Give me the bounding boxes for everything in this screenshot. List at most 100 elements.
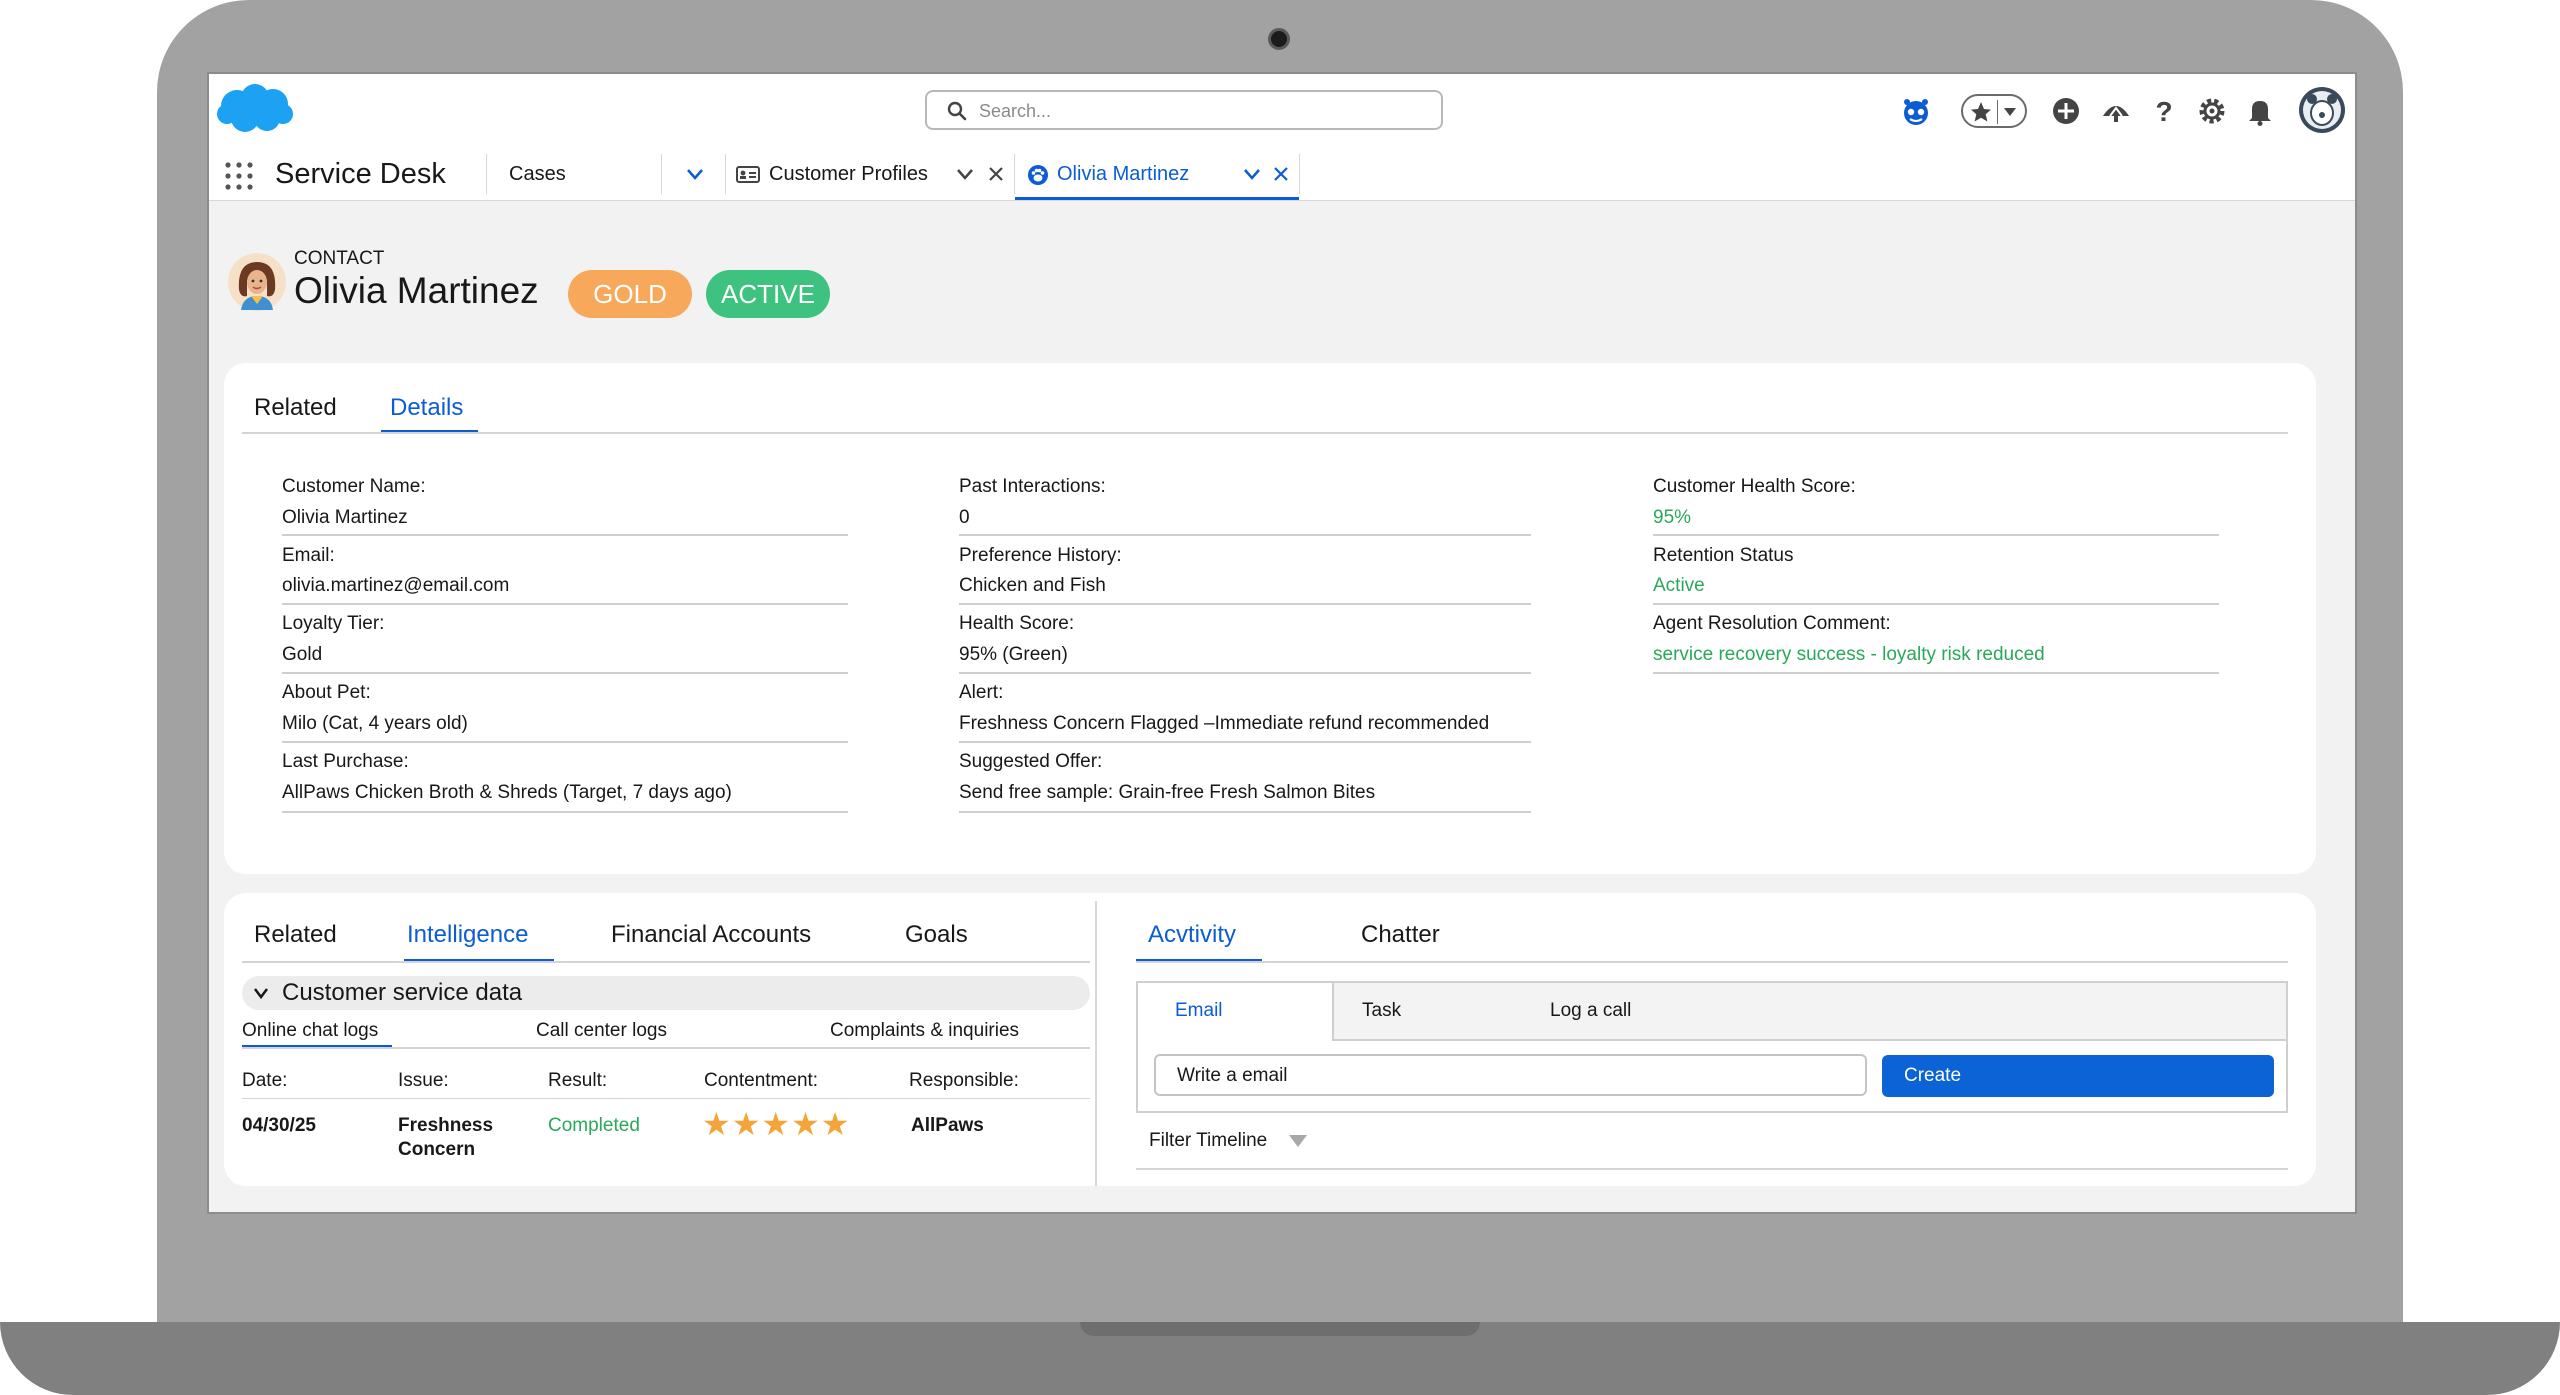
field-value: Gold bbox=[282, 644, 323, 665]
record-type-label: CONTACT bbox=[294, 248, 385, 269]
publisher-tab-log-a-call[interactable]: Log a call bbox=[1550, 1000, 1631, 1022]
tab-related[interactable]: Related bbox=[254, 394, 337, 422]
timeline-divider bbox=[1136, 1168, 2288, 1170]
create-button[interactable]: Create bbox=[1882, 1055, 2274, 1097]
tab-intelligence[interactable]: Intelligence bbox=[407, 921, 528, 949]
contact-card-icon bbox=[736, 166, 760, 183]
field-value: 95% (Green) bbox=[959, 644, 1068, 665]
field-divider bbox=[1653, 534, 2219, 536]
star-icon bbox=[1971, 102, 1991, 122]
publisher-tab-email[interactable]: Email bbox=[1138, 983, 1334, 1041]
field-value: 95% bbox=[1653, 507, 1692, 528]
tab-financial-accounts[interactable]: Financial Accounts bbox=[611, 921, 811, 949]
field-divider bbox=[282, 741, 848, 743]
field-label: About Pet: bbox=[282, 682, 371, 703]
field-value: 0 bbox=[959, 507, 970, 528]
field-divider bbox=[959, 741, 1531, 743]
chevron-down-icon bbox=[2004, 108, 2016, 116]
nav-divider bbox=[661, 154, 662, 194]
favorites-button[interactable] bbox=[1961, 94, 2027, 128]
field-label: Customer Health Score: bbox=[1653, 476, 1856, 497]
add-icon[interactable] bbox=[2049, 94, 2083, 128]
tab-related[interactable]: Related bbox=[254, 921, 337, 949]
app-screen: Search... ? Service Desk Cases Customer … bbox=[207, 72, 2357, 1214]
column-header-contentment: Contentment: bbox=[704, 1070, 819, 1091]
close-icon[interactable] bbox=[1273, 166, 1289, 182]
notification-bell-icon[interactable] bbox=[2243, 94, 2277, 128]
cell-issue-line2: Concern bbox=[398, 1139, 476, 1160]
global-search[interactable]: Search... bbox=[925, 90, 1443, 130]
field-label: Preference History: bbox=[959, 545, 1122, 566]
field-divider bbox=[282, 811, 848, 813]
field-divider bbox=[1653, 603, 2219, 605]
status-badge: ACTIVE bbox=[706, 270, 830, 318]
nav-tab-label: Olivia Martinez bbox=[1057, 163, 1190, 185]
trailhead-icon[interactable] bbox=[2099, 94, 2133, 128]
field-value: Active bbox=[1653, 575, 1705, 596]
webcam-icon bbox=[1268, 28, 1290, 50]
publisher-panel: Email Task Log a call Write a email Crea… bbox=[1136, 981, 2288, 1113]
global-header: Search... ? bbox=[209, 74, 2355, 149]
subtab-online-chat-logs[interactable]: Online chat logs bbox=[242, 1020, 378, 1042]
tab-activity[interactable]: Acvtivity bbox=[1148, 921, 1236, 949]
field-value: Milo (Cat, 4 years old) bbox=[282, 713, 468, 734]
publisher-tab-label: Email bbox=[1175, 1000, 1223, 1021]
gear-icon[interactable] bbox=[2195, 94, 2229, 128]
nav-tab-customer-profiles[interactable]: Customer Profiles bbox=[726, 148, 1024, 200]
field-label: Email: bbox=[282, 545, 335, 566]
tab-divider bbox=[1136, 961, 2288, 963]
field-divider bbox=[959, 811, 1531, 813]
subtab-complaints-inquiries[interactable]: Complaints & inquiries bbox=[830, 1020, 1019, 1042]
cell-responsible: AllPaws bbox=[911, 1115, 984, 1136]
salesforce-cloud-logo[interactable] bbox=[215, 80, 295, 138]
field-label: Last Purchase: bbox=[282, 751, 409, 772]
tab-chatter[interactable]: Chatter bbox=[1361, 921, 1440, 949]
chevron-down-icon[interactable] bbox=[1243, 168, 1261, 180]
app-launcher-icon[interactable] bbox=[223, 160, 255, 192]
tab-goals[interactable]: Goals bbox=[905, 921, 968, 949]
cell-result: Completed bbox=[548, 1115, 640, 1136]
user-avatar-icon[interactable] bbox=[2298, 86, 2346, 134]
search-placeholder: Search... bbox=[979, 101, 1052, 121]
field-label: Alert: bbox=[959, 682, 1004, 703]
column-header-responsible: Responsible: bbox=[909, 1070, 1019, 1091]
subtab-divider bbox=[242, 1047, 1090, 1049]
nav-tab-cases[interactable]: Cases bbox=[487, 148, 661, 200]
field-divider bbox=[282, 534, 848, 536]
close-icon[interactable] bbox=[988, 166, 1004, 182]
field-value: olivia.martinez@email.com bbox=[282, 575, 510, 596]
contact-avatar bbox=[228, 253, 286, 311]
panel-divider bbox=[1095, 901, 1097, 1186]
nav-tab-olivia-martinez[interactable]: Olivia Martinez bbox=[1015, 148, 1299, 200]
star-icon: ★ bbox=[820, 1106, 851, 1142]
app-name: Service Desk bbox=[275, 158, 446, 190]
einstein-assistant-icon[interactable] bbox=[1899, 94, 1933, 128]
subtab-call-center-logs[interactable]: Call center logs bbox=[536, 1020, 667, 1042]
tab-divider bbox=[242, 961, 1090, 963]
field-label: Past Interactions: bbox=[959, 476, 1106, 497]
details-card: Related Details Customer Name: Olivia Ma… bbox=[224, 363, 2316, 874]
help-icon[interactable]: ? bbox=[2147, 94, 2181, 128]
field-value: service recovery success - loyalty risk … bbox=[1653, 644, 2045, 665]
filter-dropdown-icon[interactable] bbox=[1288, 1134, 1308, 1148]
field-label: Loyalty Tier: bbox=[282, 613, 385, 634]
field-label: Retention Status bbox=[1653, 545, 1794, 566]
tab-divider bbox=[242, 432, 2288, 434]
filter-timeline[interactable]: Filter Timeline bbox=[1149, 1130, 1267, 1152]
chevron-down-icon[interactable] bbox=[956, 168, 974, 180]
email-input[interactable]: Write a email bbox=[1154, 1054, 1867, 1096]
email-input-placeholder: Write a email bbox=[1177, 1065, 1288, 1086]
field-value: Send free sample: Grain-free Fresh Salmo… bbox=[959, 782, 1376, 803]
table-header-divider bbox=[242, 1098, 1090, 1099]
svg-text:?: ? bbox=[2155, 96, 2172, 127]
tab-details[interactable]: Details bbox=[390, 394, 463, 422]
publisher-tab-task[interactable]: Task bbox=[1362, 1000, 1401, 1022]
paw-icon bbox=[1028, 165, 1048, 185]
nav-tab-label: Customer Profiles bbox=[769, 163, 928, 185]
star-icon: ★ bbox=[731, 1106, 762, 1142]
chevron-down-icon[interactable] bbox=[686, 168, 704, 180]
laptop-notch bbox=[1080, 1322, 1480, 1336]
nav-tab-label: Cases bbox=[509, 163, 566, 185]
field-value: Freshness Concern Flagged –Immediate ref… bbox=[959, 713, 1490, 734]
section-header[interactable]: Customer service data bbox=[242, 976, 1090, 1010]
